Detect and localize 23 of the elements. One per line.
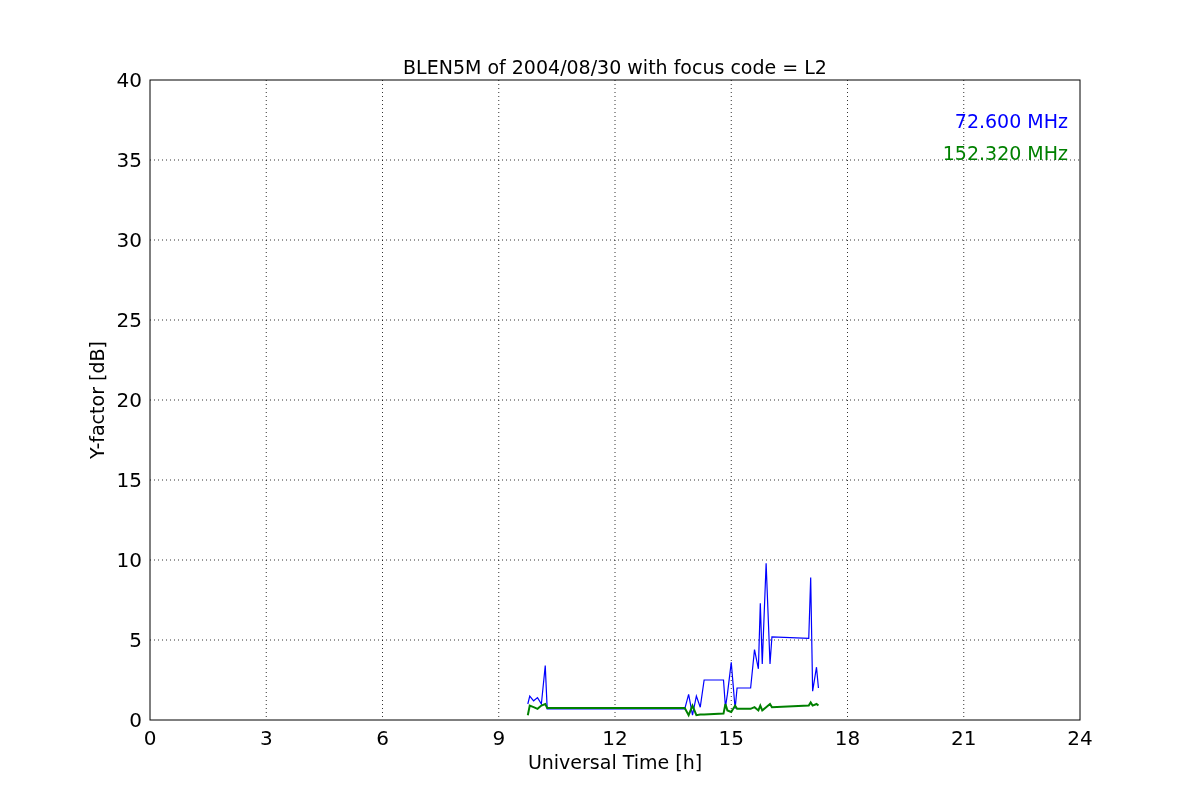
- legend-label: 72.600 MHz: [954, 110, 1068, 132]
- y-tick-label: 0: [129, 708, 142, 732]
- y-tick-label: 30: [116, 228, 142, 252]
- y-axis-label: Y-factor [dB]: [86, 341, 108, 459]
- x-axis-label: Universal Time [h]: [527, 751, 703, 773]
- chart-title: BLEN5M of 2004/08/30 with focus code = L2: [403, 56, 827, 78]
- x-tick-label: 15: [718, 726, 744, 750]
- legend-label: 152.320 MHz: [942, 142, 1068, 164]
- x-tick-label: 24: [1067, 726, 1093, 750]
- y-tick-label: 35: [116, 148, 142, 172]
- y-tick-label: 5: [129, 628, 142, 652]
- y-tick-label: 20: [116, 388, 142, 412]
- y-tick-label: 25: [116, 308, 142, 332]
- y-tick-label: 10: [116, 548, 142, 572]
- x-tick-label: 21: [951, 726, 977, 750]
- x-tick-label: 12: [602, 726, 628, 750]
- y-tick-label: 40: [116, 68, 142, 92]
- x-tick-label: 9: [492, 726, 506, 750]
- y-tick-label: 15: [116, 468, 142, 492]
- x-tick-label: 3: [259, 726, 273, 750]
- x-tick-label: 18: [834, 726, 861, 750]
- x-tick-label: 0: [143, 726, 157, 750]
- x-tick-label: 6: [376, 726, 389, 750]
